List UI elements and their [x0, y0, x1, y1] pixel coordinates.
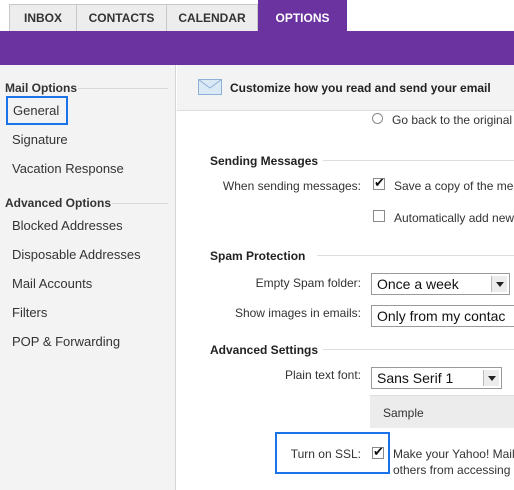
highlight-box-ssl — [275, 432, 390, 474]
divider — [317, 255, 514, 256]
page-title: Customize how you read and send your ema… — [230, 81, 491, 95]
sidebar-item-mail-accounts[interactable]: Mail Accounts — [12, 276, 92, 291]
main-panel: Customize how you read and send your ema… — [177, 65, 514, 490]
go-back-radio[interactable] — [372, 113, 383, 124]
top-tab-bar: INBOX CONTACTS CALENDAR OPTIONS — [0, 0, 514, 31]
highlight-box-general — [6, 96, 68, 125]
empty-spam-select[interactable]: Once a week — [371, 273, 510, 295]
tab-options[interactable]: OPTIONS — [258, 0, 347, 31]
show-images-value: Only from my contac — [377, 308, 506, 324]
sidebar-item-disposable-addresses[interactable]: Disposable Addresses — [12, 247, 141, 262]
tab-calendar[interactable]: CALENDAR — [166, 4, 258, 31]
chevron-down-icon — [483, 370, 499, 386]
auto-add-label: Automatically add new — [394, 211, 514, 225]
ssl-description-line1: Make your Yahoo! Mail — [393, 447, 514, 461]
save-copy-checkbox[interactable] — [373, 175, 385, 191]
section-title-spam-protection: Spam Protection — [210, 249, 306, 263]
options-toolbar — [0, 31, 514, 65]
envelope-icon — [198, 79, 222, 100]
divider — [323, 349, 514, 350]
section-title-sending-messages: Sending Messages — [210, 154, 319, 168]
chevron-down-icon — [491, 276, 507, 292]
plain-text-font-label: Plain text font: — [284, 368, 361, 382]
show-images-label: Show images in emails: — [234, 306, 361, 320]
divider — [323, 160, 514, 161]
font-sample-text: Sample — [383, 406, 424, 420]
section-title-advanced-settings: Advanced Settings — [210, 343, 319, 357]
ssl-description-line2: others from accessing — [393, 463, 511, 477]
plain-text-font-select[interactable]: Sans Serif 1 — [371, 367, 502, 389]
divider — [112, 203, 168, 204]
empty-spam-value: Once a week — [377, 276, 459, 292]
divider — [78, 88, 168, 89]
empty-spam-label: Empty Spam folder: — [255, 276, 361, 290]
sidebar-heading-mail-options: Mail Options — [5, 81, 77, 95]
sidebar-item-vacation-response[interactable]: Vacation Response — [12, 161, 124, 176]
sidebar-item-blocked-addresses[interactable]: Blocked Addresses — [12, 218, 123, 233]
sidebar-item-signature[interactable]: Signature — [12, 132, 68, 147]
tab-contacts[interactable]: CONTACTS — [76, 4, 167, 31]
main-header: Customize how you read and send your ema… — [177, 65, 514, 111]
sidebar: Mail Options General Signature Vacation … — [0, 65, 176, 490]
sending-messages-label: When sending messages: — [222, 179, 361, 193]
go-back-label: Go back to the original — [392, 113, 513, 127]
font-sample-box: Sample — [370, 395, 514, 428]
show-images-select[interactable]: Only from my contac — [371, 305, 514, 327]
auto-add-checkbox[interactable] — [373, 210, 385, 222]
plain-text-font-value: Sans Serif 1 — [377, 370, 454, 386]
save-copy-label: Save a copy of the me — [394, 179, 514, 193]
sidebar-heading-advanced-options: Advanced Options — [5, 196, 112, 210]
sidebar-item-filters[interactable]: Filters — [12, 305, 47, 320]
sidebar-item-pop-forwarding[interactable]: POP & Forwarding — [12, 334, 120, 349]
tab-inbox[interactable]: INBOX — [9, 4, 77, 31]
